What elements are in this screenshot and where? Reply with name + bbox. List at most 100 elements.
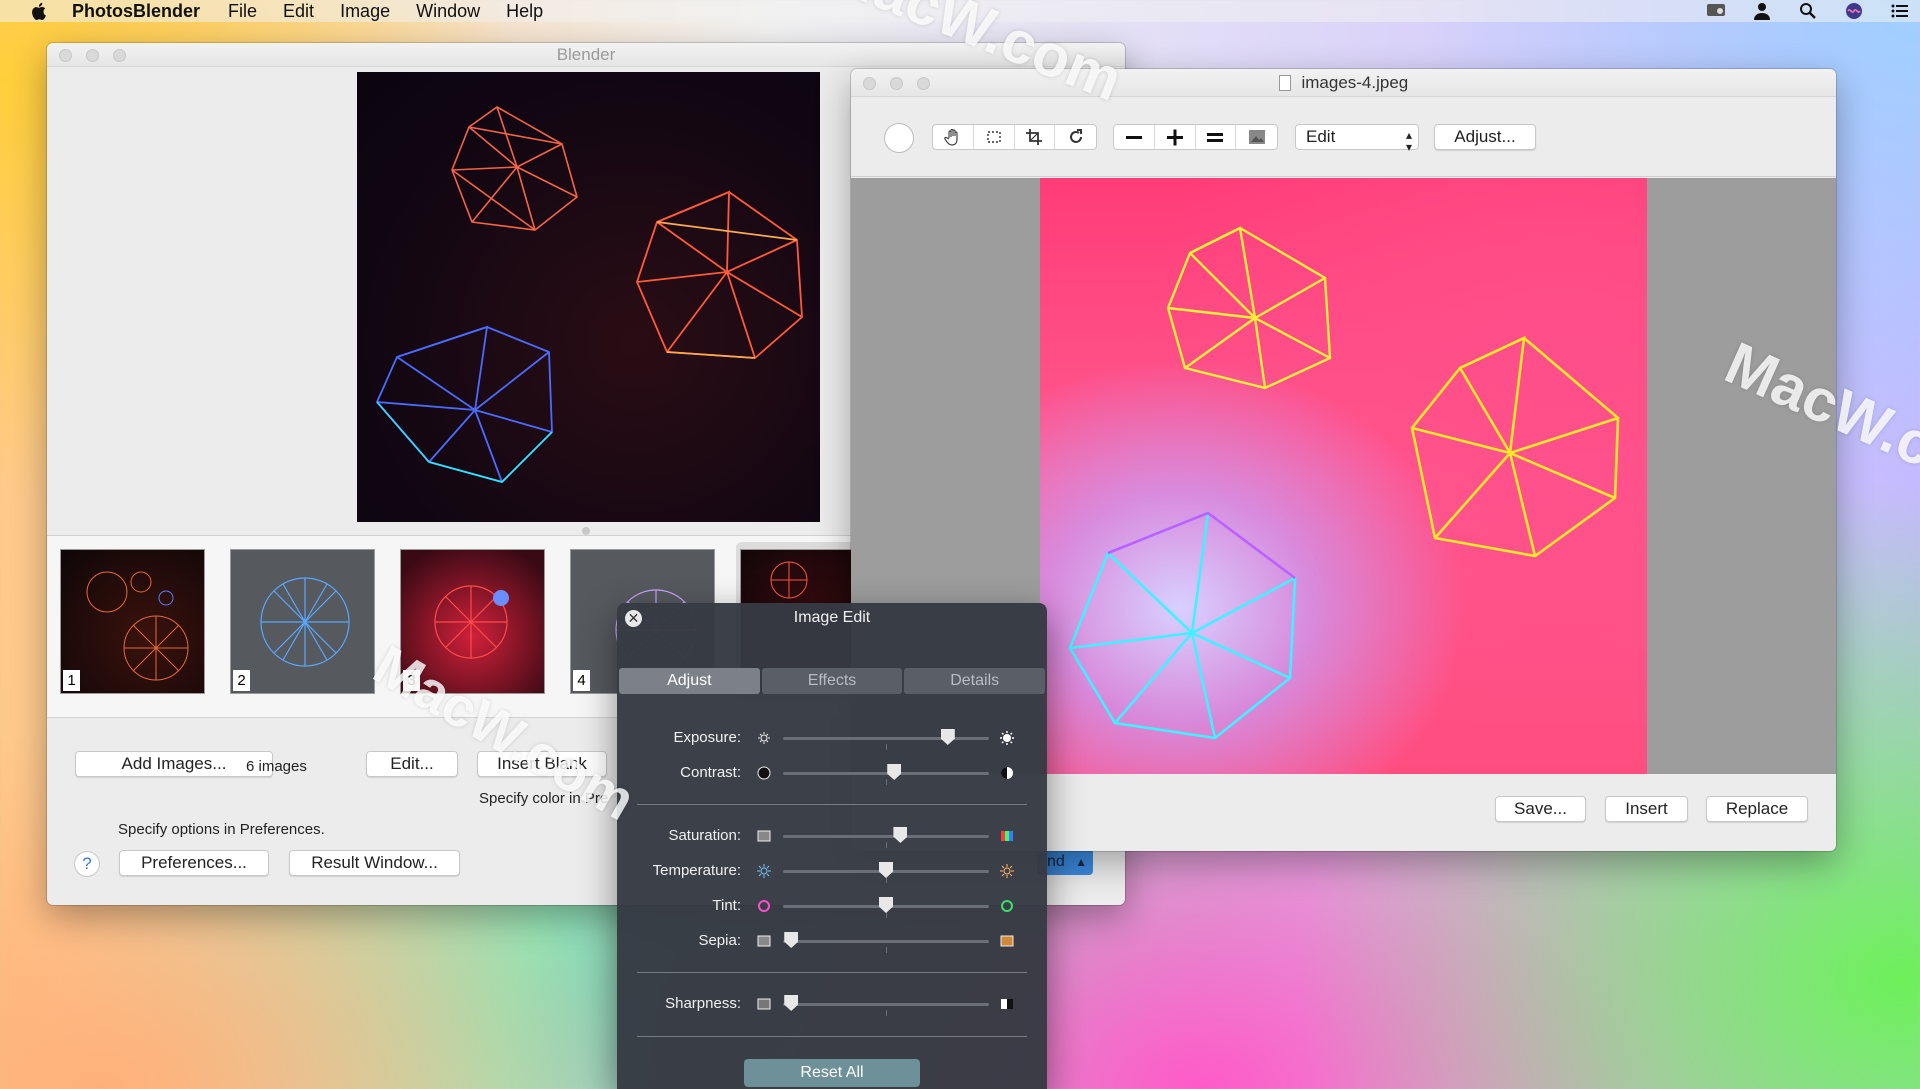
add-images-button[interactable]: Add Images... <box>75 751 273 777</box>
document-icon <box>1278 75 1291 91</box>
saturation-label: Saturation: <box>668 827 741 844</box>
tint-slider[interactable] <box>879 897 893 913</box>
thumbnail-number: 3 <box>403 670 420 691</box>
sepia-low-icon <box>757 935 771 947</box>
insert-button[interactable]: Insert <box>1605 796 1688 822</box>
hand-icon[interactable] <box>933 125 974 149</box>
app-menu[interactable]: PhotosBlender <box>72 1 200 21</box>
window-controls <box>59 49 126 62</box>
soft-icon <box>757 998 771 1010</box>
reset-all-button[interactable]: Reset All <box>744 1059 920 1087</box>
tab-adjust[interactable]: Adjust <box>619 668 760 694</box>
saturation-low-icon <box>757 830 771 842</box>
sharp-icon <box>1001 999 1013 1009</box>
saturation-track[interactable] <box>783 835 989 838</box>
replace-button[interactable]: Replace <box>1706 796 1808 822</box>
icosahedron-right <box>636 190 803 359</box>
sharpness-label: Sharpness: <box>665 995 741 1012</box>
thumbnail-3[interactable]: 3 <box>400 549 545 694</box>
menu-image[interactable]: Image <box>340 1 390 21</box>
blend-mode-label: nd <box>1047 853 1065 870</box>
tool-group <box>932 124 1097 150</box>
close-button[interactable] <box>863 77 876 90</box>
divider <box>637 1036 1027 1037</box>
temperature-slider[interactable] <box>879 862 893 878</box>
adjust-button[interactable]: Adjust... <box>1434 124 1536 150</box>
split-handle[interactable] <box>582 527 590 535</box>
cool-icon <box>757 864 771 878</box>
image-title: images-4.jpeg <box>1301 73 1409 92</box>
siri-icon[interactable] <box>1844 2 1864 20</box>
mode-select-value: Edit <box>1306 127 1336 146</box>
icosahedron-top <box>451 106 578 231</box>
actual-size-icon[interactable] <box>1196 125 1237 149</box>
thumbnail-number: 2 <box>233 670 250 691</box>
menu-edit[interactable]: Edit <box>283 1 314 21</box>
menu-bar: PhotosBlender File Edit Image Window Hel… <box>0 0 1920 22</box>
image-titlebar: images-4.jpeg <box>851 69 1836 97</box>
menu-help[interactable]: Help <box>506 1 543 21</box>
user-icon[interactable] <box>1752 2 1772 20</box>
edit-button[interactable]: Edit... <box>366 751 458 777</box>
contrast-low-icon <box>757 766 771 780</box>
tab-effects[interactable]: Effects <box>761 668 903 694</box>
exposure-low-icon <box>758 732 770 744</box>
zoom-button[interactable] <box>917 77 930 90</box>
exposure-track[interactable] <box>783 737 989 740</box>
zoom-out-icon[interactable] <box>1114 125 1155 149</box>
blender-titlebar: Blender <box>47 43 1125 67</box>
contrast-high-icon <box>1001 767 1013 779</box>
color-picker-button[interactable] <box>884 123 914 153</box>
sepia-slider[interactable] <box>784 932 799 948</box>
search-icon[interactable] <box>1798 2 1818 20</box>
mode-select[interactable]: Edit ▴ ▾ <box>1295 124 1419 154</box>
insert-blank-button[interactable]: Insert Blank <box>477 751 607 777</box>
zoom-in-icon[interactable] <box>1155 125 1196 149</box>
close-button[interactable] <box>59 49 72 62</box>
contrast-row: Contrast: <box>617 762 1047 785</box>
menu-window[interactable]: Window <box>416 1 480 21</box>
contrast-label: Contrast: <box>680 764 741 781</box>
result-window-button[interactable]: Result Window... <box>289 850 460 876</box>
image-toolbar: Edit ▴ ▾ Adjust... <box>851 97 1836 177</box>
tab-details[interactable]: Details <box>904 668 1046 694</box>
display-icon[interactable] <box>1706 2 1726 20</box>
sepia-track[interactable] <box>783 940 989 943</box>
preferences-button[interactable]: Preferences... <box>119 850 269 876</box>
sharpness-row: Sharpness: <box>617 993 1047 1016</box>
apple-menu-icon[interactable] <box>28 0 50 22</box>
help-button[interactable]: ? <box>74 851 100 877</box>
crop-icon[interactable] <box>1015 125 1056 149</box>
zoom-button[interactable] <box>113 49 126 62</box>
saturation-slider[interactable] <box>893 827 908 843</box>
contrast-slider[interactable] <box>887 764 902 780</box>
sepia-row: Sepia: <box>617 930 1047 953</box>
fit-icon[interactable] <box>1236 125 1277 149</box>
temperature-label: Temperature: <box>652 862 741 879</box>
thumbnail-1[interactable]: 1 <box>60 549 205 694</box>
minimize-button[interactable] <box>890 77 903 90</box>
image-edit-panel: ✕ Image Edit Adjust Effects Details Expo… <box>617 603 1047 1089</box>
sharpness-track[interactable] <box>783 1003 989 1006</box>
updown-chevron-icon: ▴ ▾ <box>1405 128 1412 154</box>
icosahedron-left <box>375 325 553 484</box>
image-count: 6 images <box>246 758 307 775</box>
magenta-icon <box>758 900 770 912</box>
minimize-button[interactable] <box>86 49 99 62</box>
blend-preview-image <box>357 72 820 522</box>
menu-file[interactable]: File <box>228 1 257 21</box>
specify-color-text: Specify color in Pre <box>479 790 609 807</box>
select-icon[interactable] <box>974 125 1015 149</box>
contrast-track[interactable] <box>783 772 989 775</box>
thumbnail-2[interactable]: 2 <box>230 549 375 694</box>
photo-icosahedron-top <box>1166 226 1332 390</box>
save-button[interactable]: Save... <box>1495 796 1586 822</box>
thumbnail-number: 1 <box>63 670 80 691</box>
exposure-slider[interactable] <box>940 729 955 745</box>
saturation-row: Saturation: <box>617 825 1047 848</box>
rotate-icon[interactable] <box>1055 125 1096 149</box>
sharpness-slider[interactable] <box>784 995 799 1011</box>
list-icon[interactable] <box>1890 2 1910 20</box>
thumbnail-number: 4 <box>573 670 590 691</box>
sepia-high-icon <box>1000 935 1014 947</box>
